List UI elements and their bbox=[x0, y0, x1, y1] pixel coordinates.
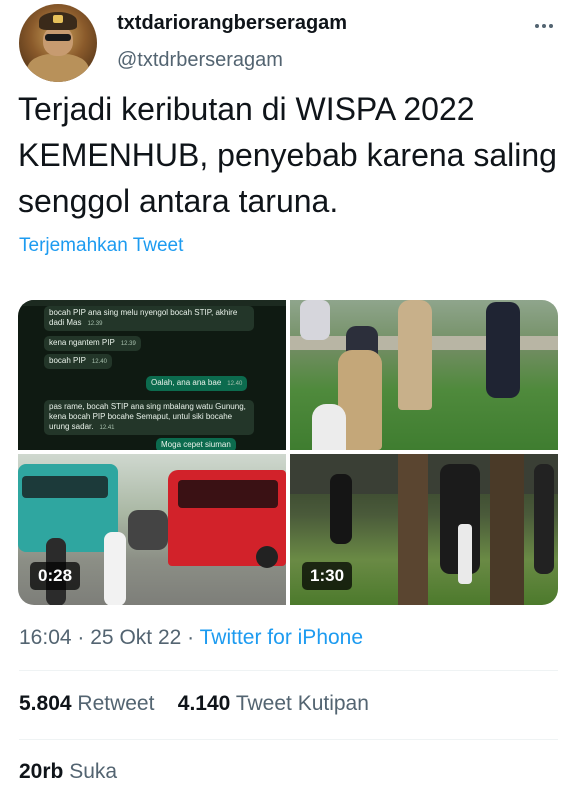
person-figure bbox=[104, 532, 126, 605]
chat-bubble-time: 12.41 bbox=[99, 425, 115, 431]
avatar-face bbox=[43, 26, 73, 56]
chat-bubble-text: kena ngantem PIP bbox=[49, 338, 115, 347]
video-duration-badge: 0:28 bbox=[30, 562, 81, 590]
media-photo-cadets-scuffle[interactable] bbox=[290, 300, 558, 450]
chat-bubble-time: 12.39 bbox=[87, 321, 103, 327]
likes-count: 20rb bbox=[19, 760, 64, 783]
username[interactable]: @txtdrberseragam bbox=[117, 49, 283, 72]
tweet-date[interactable]: 25 Okt 22 bbox=[90, 626, 181, 649]
tree-trunk bbox=[398, 454, 428, 605]
bus-wheel bbox=[256, 546, 278, 568]
tweet-text: Terjadi keributan di WISPA 2022 KEMENHUB… bbox=[18, 91, 557, 219]
more-horizontal-icon[interactable] bbox=[532, 14, 556, 38]
person-figure bbox=[534, 464, 554, 574]
retweets-count: 5.804 bbox=[19, 692, 72, 715]
chat-bubble: bocah PIP 12.40 bbox=[44, 354, 112, 369]
person-figure bbox=[398, 300, 432, 410]
tweet-source-link[interactable]: Twitter for iPhone bbox=[200, 626, 363, 649]
chat-bubble: kena ngantem PIP 12.39 bbox=[44, 336, 141, 351]
quote-tweets-link[interactable]: 4.140 Tweet Kutipan bbox=[178, 692, 369, 715]
chat-bubble: Oalah, ana ana bae 12.40 bbox=[146, 376, 248, 391]
chat-bubble: pas rame, bocah STIP ana sing mbalang wa… bbox=[44, 400, 254, 435]
tree-trunk bbox=[490, 454, 524, 605]
divider bbox=[19, 670, 558, 671]
translate-tweet-link[interactable]: Terjemahkan Tweet bbox=[19, 235, 183, 257]
divider bbox=[19, 739, 558, 740]
chat-bubble-text: bocah PIP ana sing melu nyengol bocah ST… bbox=[49, 308, 238, 327]
person-figure bbox=[300, 300, 330, 340]
quotes-count: 4.140 bbox=[177, 692, 231, 715]
video-duration-badge: 1:30 bbox=[302, 562, 353, 590]
media-grid: bocah PIP ana sing melu nyengol bocah ST… bbox=[18, 300, 558, 605]
crowd-figure bbox=[128, 510, 168, 550]
chat-bubble-text: Moga cepet siuman bbox=[161, 440, 231, 449]
tweet-meta: 16:04 · 25 Okt 22 · Twitter for iPhone bbox=[19, 626, 363, 650]
likes-link[interactable]: 20rb Suka bbox=[19, 760, 117, 784]
media-video-crowd[interactable]: 1:30 bbox=[290, 454, 558, 605]
media-video-buses[interactable]: 0:28 bbox=[18, 454, 286, 605]
person-figure bbox=[312, 404, 346, 450]
engagement-stats: 5.804 Retweet 4.140 Tweet Kutipan bbox=[19, 692, 369, 716]
bus-window bbox=[22, 476, 108, 498]
display-name[interactable]: txtdariorangberseragam bbox=[117, 12, 347, 35]
retweets-label: Retweet bbox=[77, 692, 155, 715]
chat-bubble-text: Oalah, ana ana bae bbox=[151, 378, 222, 387]
tweet-time[interactable]: 16:04 bbox=[19, 626, 72, 649]
chat-bubble-text: pas rame, bocah STIP ana sing mbalang wa… bbox=[49, 402, 246, 431]
person-figure bbox=[330, 474, 352, 544]
bus-window bbox=[178, 480, 278, 508]
chat-bubble-time: 12.39 bbox=[120, 341, 136, 347]
avatar-sunglasses bbox=[45, 34, 71, 41]
chat-bubble-time: 12.40 bbox=[227, 381, 243, 387]
chat-bubble: Moga cepet siuman bbox=[156, 438, 236, 450]
person-figure bbox=[458, 524, 472, 584]
avatar-uniform bbox=[27, 54, 89, 82]
avatar-cap-badge bbox=[53, 15, 63, 23]
meta-separator: · bbox=[77, 626, 85, 649]
media-photo-chat-screenshot[interactable]: bocah PIP ana sing melu nyengol bocah ST… bbox=[18, 300, 286, 450]
person-figure bbox=[486, 302, 520, 398]
meta-separator: · bbox=[187, 626, 195, 649]
chat-bubble-time: 12.40 bbox=[91, 359, 107, 365]
retweets-link[interactable]: 5.804 Retweet bbox=[19, 692, 154, 715]
chat-bubble-text: bocah PIP bbox=[49, 356, 86, 365]
likes-label: Suka bbox=[69, 760, 118, 783]
quotes-label: Tweet Kutipan bbox=[235, 692, 369, 715]
avatar[interactable] bbox=[19, 4, 97, 82]
chat-bubble: bocah PIP ana sing melu nyengol bocah ST… bbox=[44, 306, 254, 331]
